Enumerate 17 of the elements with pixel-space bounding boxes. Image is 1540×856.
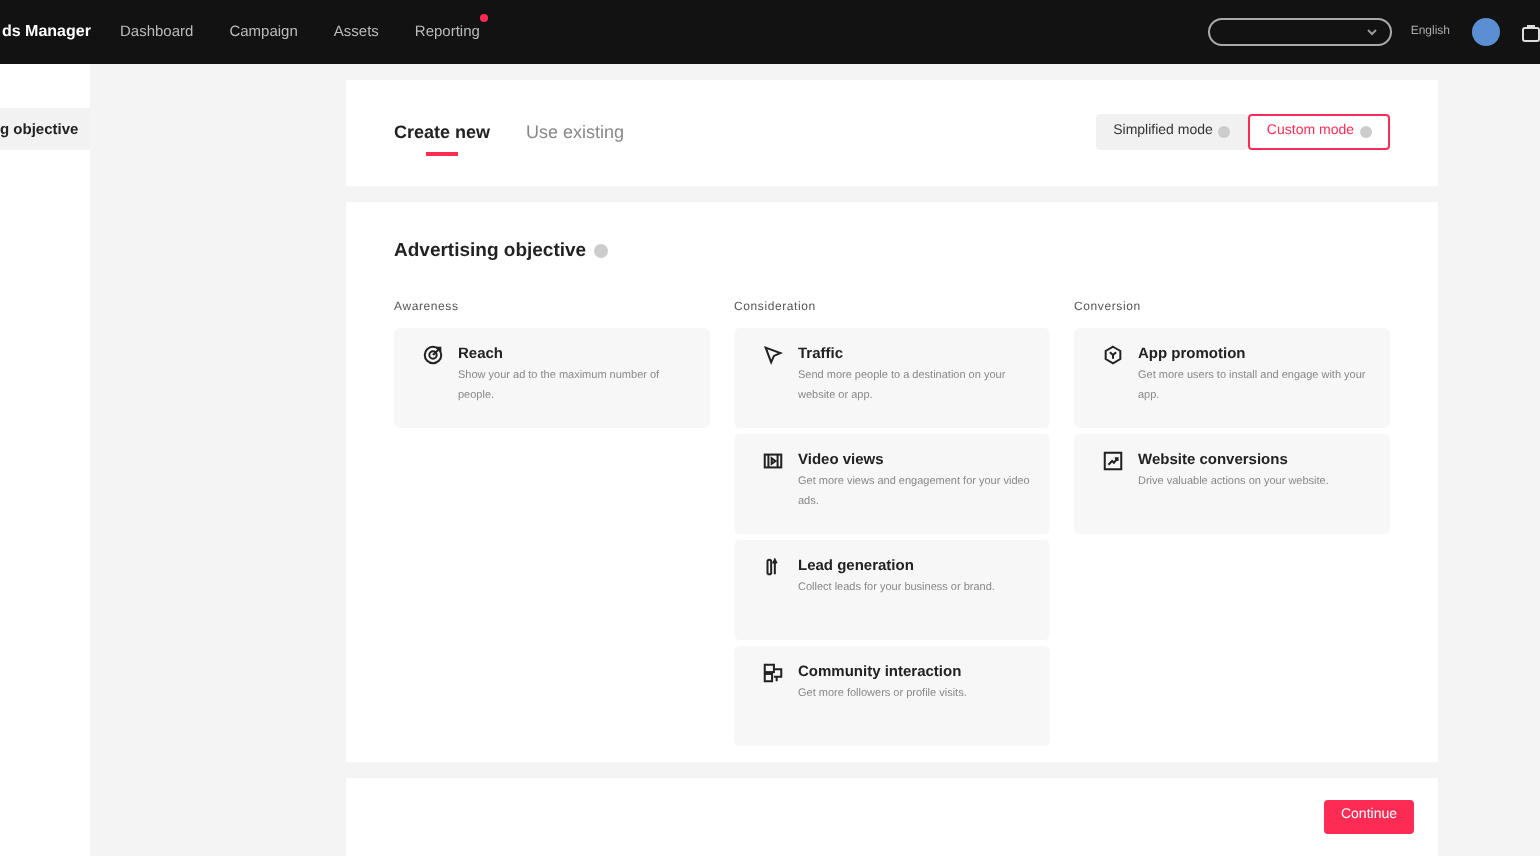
- film-icon: [762, 450, 784, 473]
- help-icon: [594, 244, 609, 259]
- layout-icon: [762, 662, 784, 685]
- tab[interactable]: Create new: [394, 112, 491, 153]
- chevron-down-icon: [1366, 28, 1379, 36]
- help-icon: [1360, 126, 1372, 139]
- tab[interactable]: Use existing: [526, 112, 625, 153]
- chart-icon: [1102, 450, 1124, 473]
- briefcase-icon[interactable]: [1522, 23, 1540, 41]
- search-field[interactable]: [1208, 18, 1393, 46]
- hexagon-icon: [1102, 344, 1124, 367]
- avatar[interactable]: [1472, 18, 1500, 46]
- help-icon: [1218, 126, 1231, 139]
- target-icon: [422, 344, 444, 367]
- cursor-icon: [762, 344, 784, 367]
- app-title: ds Manager: [2, 20, 93, 44]
- section-title: Advertising objective: [394, 237, 587, 266]
